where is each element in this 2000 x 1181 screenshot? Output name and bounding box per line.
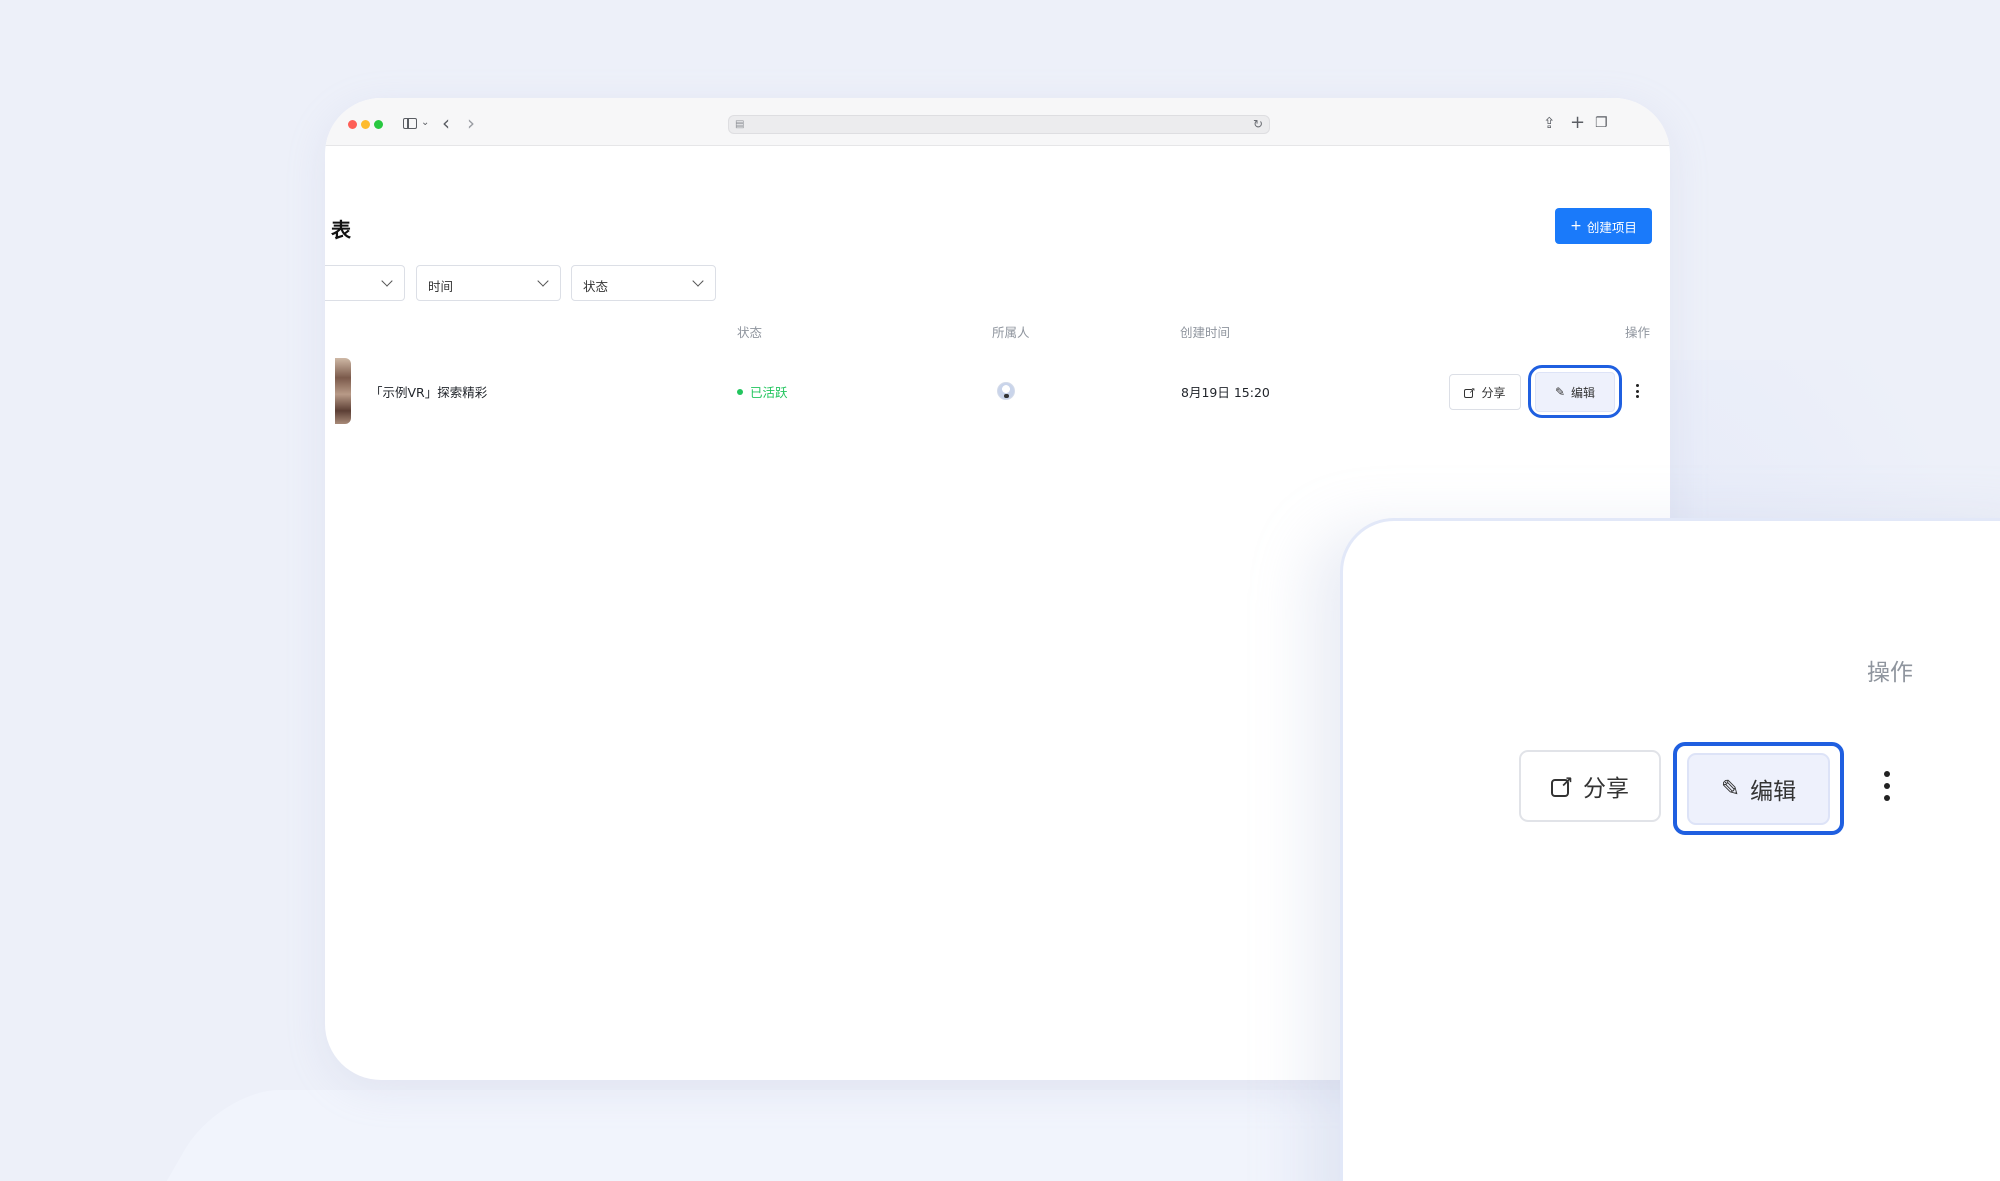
more-actions-button[interactable] bbox=[1636, 384, 1639, 398]
kebab-dot bbox=[1884, 795, 1890, 801]
reload-icon[interactable]: ↻ bbox=[1253, 117, 1263, 131]
share-button[interactable]: ↗ 分享 bbox=[1449, 374, 1521, 410]
status-dot-icon bbox=[737, 388, 743, 395]
chevron-down-icon bbox=[381, 275, 393, 287]
chevron-down-icon bbox=[537, 275, 549, 287]
zoom-column-header-actions: 操作 bbox=[1867, 660, 1913, 686]
minimize-window-button[interactable] bbox=[361, 120, 370, 129]
created-time: 8月19日 15:20 bbox=[1181, 385, 1270, 400]
filter-select-status[interactable]: 状态 bbox=[571, 265, 716, 301]
zoom-share-label: 分享 bbox=[1583, 776, 1629, 802]
status-label: 已活跃 bbox=[750, 385, 788, 400]
status-badge: 已活跃 bbox=[737, 382, 788, 401]
zoom-edit-button[interactable]: ✎ 编辑 bbox=[1687, 753, 1830, 825]
kebab-dot bbox=[1636, 389, 1639, 393]
pen-icon: ✎ bbox=[1554, 385, 1566, 399]
background-base bbox=[150, 1090, 1520, 1181]
project-name[interactable]: 「示例VR」探索精彩 bbox=[370, 382, 487, 401]
zoom-more-actions-button[interactable] bbox=[1884, 771, 1890, 801]
create-project-label: 创建项目 bbox=[1586, 219, 1637, 235]
tab-overview-icon[interactable]: ❐ bbox=[1595, 112, 1608, 134]
column-header-owner: 所属人 bbox=[992, 325, 1030, 340]
column-header-status: 状态 bbox=[737, 325, 763, 340]
project-thumbnail[interactable] bbox=[335, 358, 351, 424]
back-icon[interactable]: ‹ bbox=[442, 112, 450, 134]
filter-status-label: 状态 bbox=[583, 279, 609, 294]
zoom-edit-label: 编辑 bbox=[1750, 779, 1797, 805]
site-info-icon: ▤ bbox=[735, 119, 745, 130]
external-link-icon: ↗ bbox=[1551, 775, 1573, 797]
external-link-icon: ↗ bbox=[1464, 386, 1475, 398]
zoom-share-button[interactable]: ↗ 分享 bbox=[1519, 750, 1661, 822]
zoom-window-button[interactable] bbox=[374, 120, 383, 129]
kebab-dot bbox=[1884, 783, 1890, 789]
kebab-dot bbox=[1884, 771, 1890, 777]
avatar[interactable] bbox=[997, 382, 1015, 400]
chevron-down-icon[interactable]: ⌄ bbox=[421, 112, 429, 134]
new-tab-icon[interactable]: + bbox=[1570, 112, 1585, 134]
kebab-dot bbox=[1636, 395, 1639, 398]
filter-time-label: 时间 bbox=[428, 279, 454, 294]
share-page-icon[interactable]: ⇪ bbox=[1543, 112, 1556, 134]
sidebar-toggle-icon[interactable] bbox=[403, 112, 417, 134]
column-header-actions: 操作 bbox=[1625, 325, 1651, 340]
column-header-created: 创建时间 bbox=[1180, 325, 1231, 340]
forward-icon[interactable]: › bbox=[467, 112, 475, 134]
pen-icon: ✎ bbox=[1720, 775, 1741, 802]
zoomed-actions-panel: 操作 ↗ 分享 ✎ 编辑 bbox=[1340, 518, 2000, 1181]
plus-icon: + bbox=[1570, 218, 1582, 234]
share-label: 分享 bbox=[1481, 385, 1506, 400]
close-window-button[interactable] bbox=[348, 120, 357, 129]
filter-select-time[interactable]: 时间 bbox=[416, 265, 561, 301]
edit-label: 编辑 bbox=[1571, 385, 1596, 400]
edit-button[interactable]: ✎ 编辑 bbox=[1535, 372, 1615, 412]
browser-titlebar: ⌄ ‹ › ▤ ↻ ⇪ + ❐ bbox=[325, 98, 1670, 146]
address-bar[interactable]: ▤ ↻ bbox=[728, 115, 1270, 134]
chevron-down-icon bbox=[692, 275, 704, 287]
create-project-button[interactable]: + 创建项目 bbox=[1555, 208, 1652, 244]
filter-select-first[interactable] bbox=[325, 265, 405, 301]
kebab-dot bbox=[1636, 384, 1639, 387]
page-title: 表 bbox=[331, 218, 351, 242]
